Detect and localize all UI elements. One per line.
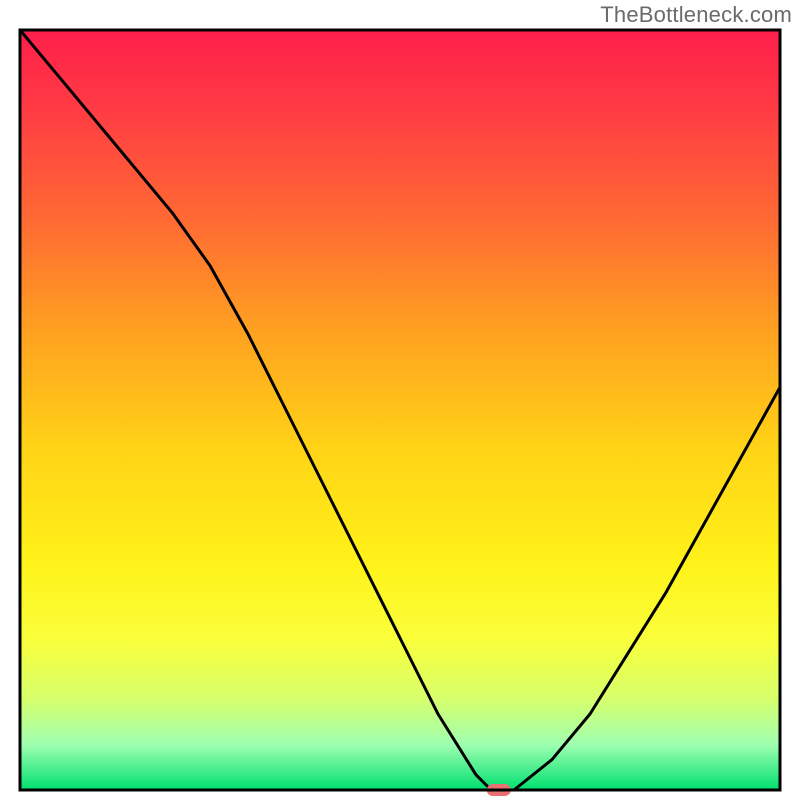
bottleneck-chart — [0, 0, 800, 800]
gradient-background — [20, 30, 780, 790]
chart-canvas: TheBottleneck.com — [0, 0, 800, 800]
